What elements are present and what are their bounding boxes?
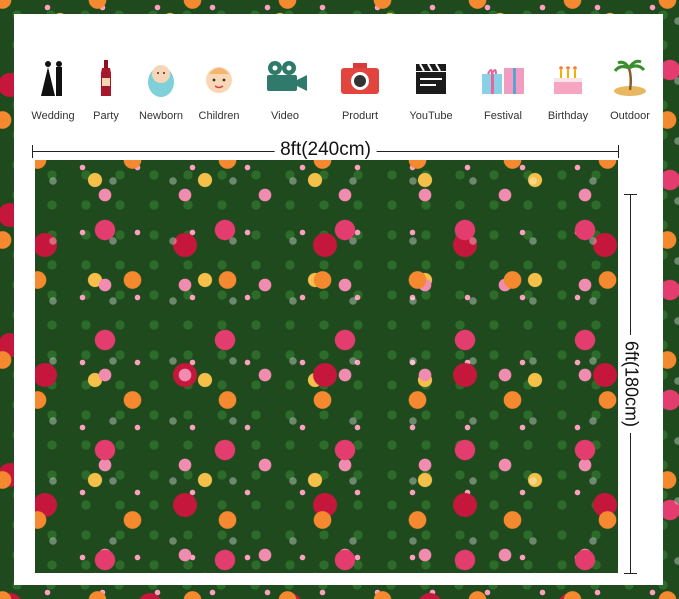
category-outdoor: Outdoor (597, 58, 663, 122)
height-dimension: 6ft(180cm) (616, 194, 646, 574)
category-newborn: Newborn (128, 58, 194, 122)
category-video: Video (252, 58, 318, 122)
category-youtube: YouTube (398, 58, 464, 122)
width-dimension-tick (618, 145, 619, 158)
category-festival: Festival (470, 58, 536, 122)
category-icon-row: Wedding Party Newborn Children Video Pro… (14, 58, 663, 128)
clapperboard-icon (416, 63, 446, 94)
category-children: Children (186, 58, 252, 122)
category-product: Produrt (327, 58, 393, 122)
child-face-icon (206, 67, 232, 93)
rose-backdrop-preview (35, 160, 618, 573)
category-label: Birthday (547, 110, 589, 122)
width-dimension-label: 8ft(240cm) (274, 139, 377, 161)
height-dimension-tick (624, 573, 637, 574)
category-label: Outdoor (610, 110, 650, 122)
height-dimension-tick (624, 194, 637, 195)
palm-island-icon (613, 59, 646, 96)
category-label: Video (271, 110, 299, 122)
newborn-baby-icon (148, 65, 174, 97)
category-label: Festival (484, 110, 522, 122)
height-dimension-label: 6ft(180cm) (620, 334, 642, 434)
category-label: Newborn (138, 110, 184, 122)
width-dimension-tick (32, 145, 33, 158)
film-projector-icon (267, 61, 307, 91)
category-label: Produrt (341, 110, 379, 122)
birthday-cake-icon (554, 66, 582, 94)
wedding-couple-icon (41, 61, 62, 96)
product-info-panel: Wedding Party Newborn Children Video Pro… (14, 14, 663, 585)
wine-bottle-icon (101, 60, 111, 96)
category-label: YouTube (409, 110, 453, 122)
gift-boxes-icon (482, 68, 524, 94)
category-label: Children (198, 110, 240, 122)
camera-icon (341, 63, 379, 94)
category-birthday: Birthday (535, 58, 601, 122)
